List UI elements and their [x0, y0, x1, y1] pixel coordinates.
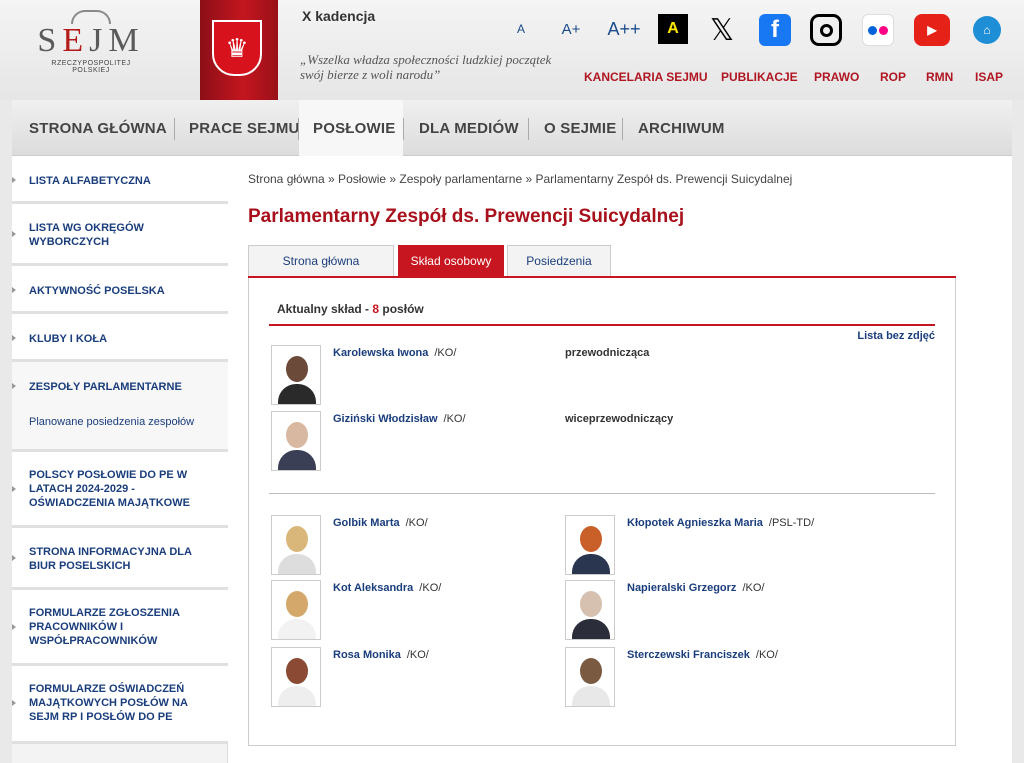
flag-banner: ♛	[200, 0, 278, 100]
composition-underline	[269, 324, 935, 326]
no-photo-list-link[interactable]: Lista bez zdjęć	[857, 330, 935, 342]
member-name-link[interactable]: Napieralski Grzegorz/KO/	[627, 582, 764, 594]
top-link-prawo[interactable]: PRAWO	[814, 70, 859, 84]
member-photo[interactable]	[565, 647, 615, 707]
content-area: Strona główna » Posłowie » Zespoły parla…	[248, 156, 1012, 763]
sejm-logo[interactable]: SEJM RZECZYPOSPOLITEJ POLSKIEJ	[36, 10, 146, 88]
main-nav: STRONA GŁÓWNA PRACE SEJMU POSŁOWIE DLA M…	[12, 100, 1012, 156]
member-photo[interactable]	[271, 411, 321, 471]
main-container: STRONA GŁÓWNA PRACE SEJMU POSŁOWIE DLA M…	[12, 100, 1012, 763]
top-link-isap[interactable]: ISAP	[975, 70, 1003, 84]
member-name-link[interactable]: Rosa Monika/KO/	[333, 649, 429, 661]
nav-prace-sejmu[interactable]: PRACE SEJMU	[189, 120, 300, 137]
nav-strona-glowna[interactable]: STRONA GŁÓWNA	[29, 120, 167, 137]
member-photo[interactable]	[565, 580, 615, 640]
sidebar-item-formularze-oswiadczen[interactable]: FORMULARZE OŚWIADCZEŃ MAJĄTKOWYCH POSŁÓW…	[12, 666, 228, 744]
nav-separator	[528, 118, 529, 140]
sidebar-item-lista-okregow[interactable]: LISTA WG OKRĘGÓW WYBORCZYCH	[12, 204, 228, 266]
tab-sklad-osobowy[interactable]: Skład osobowy	[398, 245, 504, 276]
nav-o-sejmie[interactable]: O SEJMIE	[544, 120, 616, 137]
member-name-link[interactable]: Kot Aleksandra/KO/	[333, 582, 441, 594]
breadcrumb[interactable]: Strona główna » Posłowie » Zespoły parla…	[248, 172, 792, 186]
sidebar-item-aktywnosc[interactable]: AKTYWNOŚĆ POSELSKA	[12, 266, 228, 314]
member-photo[interactable]	[271, 580, 321, 640]
high-contrast-button[interactable]: A	[658, 14, 688, 44]
member-name-link[interactable]: Giziński Włodzisław/KO/	[333, 413, 466, 425]
member-name-link[interactable]: Kłopotek Agnieszka Maria/PSL-TD/	[627, 517, 814, 529]
nav-separator	[403, 118, 404, 140]
members-panel: Aktualny skład - 8 posłów Lista bez zdję…	[248, 278, 956, 746]
page-title: Parlamentarny Zespół ds. Prewencji Suicy…	[248, 206, 685, 227]
sidebar-item-biura[interactable]: STRONA INFORMACYJNA DLA BIUR POSELSKICH	[12, 528, 228, 590]
youtube-icon[interactable]: ▶	[914, 14, 950, 46]
nav-dla-mediow[interactable]: DLA MEDIÓW	[419, 120, 519, 137]
font-size-medium-button[interactable]: A+	[557, 14, 585, 44]
nav-separator	[622, 118, 623, 140]
member-photo[interactable]	[271, 515, 321, 575]
motto: „Wszelka władza społeczności ludzkiej po…	[300, 52, 552, 82]
sidebar-item-zespoly[interactable]: ZESPOŁY PARLAMENTARNE Planowane posiedze…	[12, 362, 228, 452]
facebook-icon[interactable]: f	[759, 14, 791, 46]
member-name-link[interactable]: Karolewska Iwona/KO/	[333, 347, 456, 359]
term-label: X kadencja	[302, 8, 376, 24]
site-header: SEJM RZECZYPOSPOLITEJ POLSKIEJ ♛ X kaden…	[0, 0, 1024, 100]
member-photo[interactable]	[271, 345, 321, 405]
sidebar-item-pe[interactable]: POLSCY POSŁOWIE DO PE W LATACH 2024-2029…	[12, 452, 228, 528]
tab-posiedzenia[interactable]: Posiedzenia	[507, 245, 611, 276]
member-role: wiceprzewodniczący	[565, 413, 674, 425]
nav-archiwum[interactable]: ARCHIWUM	[638, 120, 725, 137]
member-photo[interactable]	[565, 515, 615, 575]
top-link-rop[interactable]: ROP	[880, 70, 906, 84]
sidebar-item-formularze-zgloszenia[interactable]: FORMULARZE ZGŁOSZENIA PRACOWNIKÓW I WSPÓ…	[12, 590, 228, 666]
font-size-large-button[interactable]: A++	[604, 14, 644, 44]
sidebar-item-lista-alfabetyczna[interactable]: LISTA ALFABETYCZNA	[12, 156, 228, 204]
section-divider	[269, 493, 935, 494]
nav-separator	[174, 118, 175, 140]
composition-header: Aktualny skład - 8 posłów	[277, 302, 424, 316]
sidebar: LISTA ALFABETYCZNA LISTA WG OKRĘGÓW WYBO…	[12, 156, 228, 763]
nav-separator	[298, 118, 299, 140]
font-size-small-button[interactable]: A	[510, 14, 532, 44]
top-link-rmn[interactable]: RMN	[926, 70, 953, 84]
logo-wordmark: SEJM	[37, 22, 145, 59]
bip-icon[interactable]: ⌂	[973, 16, 1001, 44]
member-name-link[interactable]: Sterczewski Franciszek/KO/	[627, 649, 778, 661]
tab-strona-glowna[interactable]: Strona główna	[248, 245, 394, 276]
eagle-emblem-icon: ♛	[212, 20, 262, 76]
x-icon[interactable]: 𝕏	[706, 14, 738, 47]
flickr-icon[interactable]	[862, 14, 894, 46]
member-role: przewodnicząca	[565, 347, 650, 359]
logo-subtitle: RZECZYPOSPOLITEJ POLSKIEJ	[51, 60, 131, 74]
sidebar-item-kluby[interactable]: KLUBY I KOŁA	[12, 314, 228, 362]
top-link-publikacje[interactable]: PUBLIKACJE	[721, 70, 798, 84]
top-link-kancelaria[interactable]: KANCELARIA SEJMU	[584, 70, 708, 84]
instagram-icon[interactable]	[810, 14, 842, 46]
member-photo[interactable]	[271, 647, 321, 707]
nav-poslowie[interactable]: POSŁOWIE	[313, 120, 395, 137]
sidebar-subitem-planowane[interactable]: Planowane posiedzenia zespołów	[29, 416, 194, 428]
member-name-link[interactable]: Golbik Marta/KO/	[333, 517, 428, 529]
